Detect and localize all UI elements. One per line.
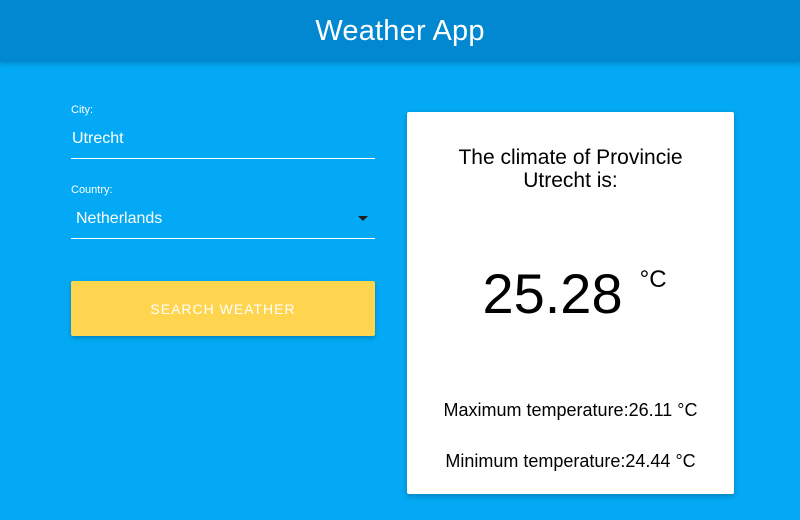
country-select[interactable]: Netherlands: [71, 199, 375, 239]
minimum-temperature: Minimum temperature:24.44 °C: [445, 451, 696, 471]
city-field: City:: [71, 104, 375, 159]
chevron-down-icon[interactable]: [358, 216, 368, 221]
temperature-value: 25.28: [482, 262, 623, 325]
country-label: Country:: [71, 184, 113, 196]
weather-result-card: The climate of Provincie Utrecht is: 25.…: [407, 112, 734, 494]
country-field: Country: Netherlands: [71, 184, 375, 239]
weather-search-form: City: Country: Netherlands Search Weathe…: [71, 104, 375, 336]
climate-heading: The climate of Provincie Utrecht is:: [458, 146, 683, 192]
country-selected-value: Netherlands: [76, 209, 163, 227]
temperature-unit: °C: [639, 266, 667, 293]
city-input[interactable]: [71, 119, 375, 159]
search-weather-button[interactable]: Search Weather: [71, 281, 375, 336]
city-label: City:: [71, 104, 93, 116]
current-temperature: 25.28 °C: [407, 262, 734, 326]
maximum-temperature: Maximum temperature:26.11 °C: [443, 400, 698, 420]
app-bar: Weather App: [0, 0, 800, 62]
app-title: Weather App: [315, 14, 485, 47]
